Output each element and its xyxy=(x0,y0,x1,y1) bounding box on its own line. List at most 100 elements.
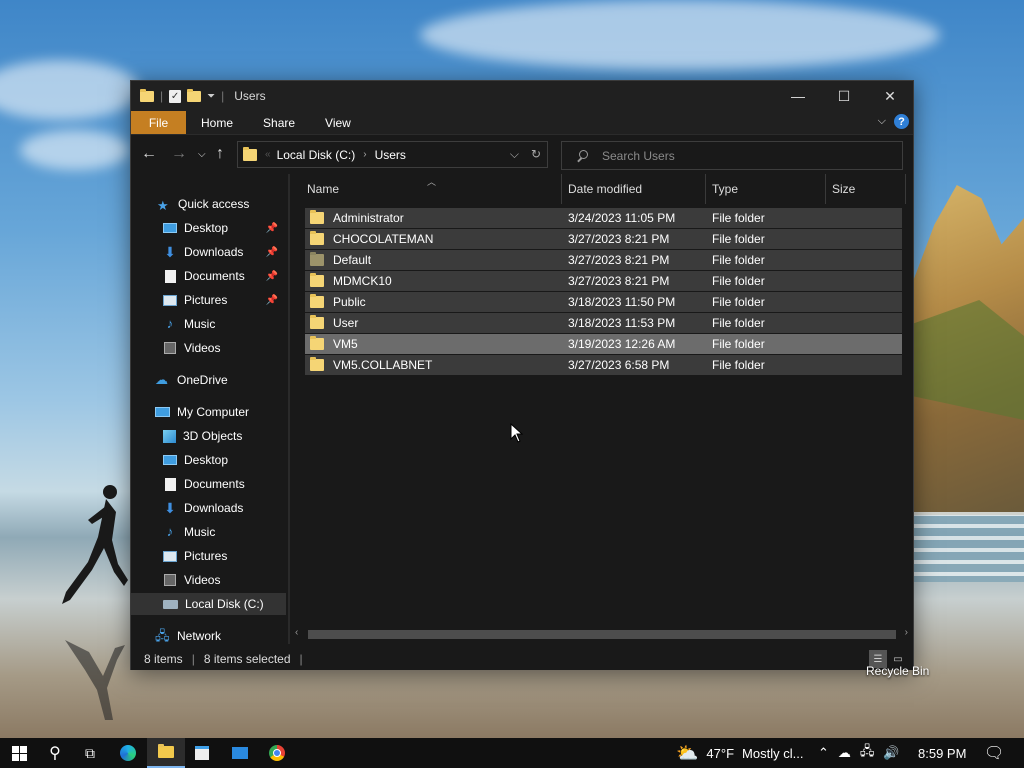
search-input[interactable] xyxy=(602,148,882,163)
table-row[interactable]: Administrator 3/24/2023 11:05 PM File fo… xyxy=(305,208,902,228)
pin-icon[interactable]: 📌 xyxy=(266,271,278,282)
title-bar[interactable]: | ✓ ⏷ | Users — ☐ ✕ xyxy=(131,81,913,111)
sidebar-item-pc-music[interactable]: ♪ Music xyxy=(131,521,286,543)
forward-arrow-icon[interactable]: → xyxy=(171,145,187,163)
address-bar[interactable]: « Local Disk (C:) › Users ⌵ ↻ xyxy=(237,141,548,168)
scroll-right-icon[interactable]: › xyxy=(905,627,908,638)
column-type[interactable]: Type xyxy=(706,174,826,204)
search-box[interactable] xyxy=(561,141,903,170)
breadcrumb-overflow-icon[interactable]: « xyxy=(265,149,271,160)
minimize-button[interactable]: — xyxy=(775,81,821,111)
file-explorer-taskbar-icon[interactable] xyxy=(147,738,185,768)
address-dropdown-icon[interactable]: ⌵ xyxy=(510,147,519,162)
store-icon[interactable] xyxy=(183,738,221,768)
sidebar-item-quick-access[interactable]: ★ Quick access xyxy=(131,193,286,215)
sidebar-item-pc-pictures[interactable]: Pictures xyxy=(131,545,286,567)
back-arrow-icon[interactable]: ← xyxy=(141,145,157,163)
download-arrow-icon: ⬇ xyxy=(164,500,176,516)
video-icon xyxy=(164,574,176,586)
properties-icon[interactable]: ✓ xyxy=(169,89,182,103)
column-date-modified[interactable]: Date modified xyxy=(562,174,706,204)
clock[interactable]: 8:59 PM xyxy=(918,738,966,768)
tab-file[interactable]: File xyxy=(131,111,186,134)
sidebar-item-my-computer[interactable]: My Computer xyxy=(131,401,286,423)
sidebar-item-documents[interactable]: Documents 📌 xyxy=(131,265,286,287)
volume-icon[interactable]: 🔊 xyxy=(883,745,899,761)
tab-share[interactable]: Share xyxy=(248,111,310,134)
sidebar-item-onedrive[interactable]: ☁ OneDrive xyxy=(131,369,286,391)
file-type: File folder xyxy=(712,274,765,288)
recent-locations-icon[interactable]: ⌵ xyxy=(198,149,206,160)
table-row[interactable]: Default 3/27/2023 8:21 PM File folder xyxy=(305,250,902,270)
sidebar-item-downloads[interactable]: ⬇ Downloads 📌 xyxy=(131,241,286,263)
pin-icon[interactable]: 📌 xyxy=(266,295,278,306)
new-folder-icon[interactable] xyxy=(187,88,202,102)
divider: | xyxy=(221,89,225,103)
breadcrumb-users[interactable]: Users xyxy=(375,148,406,162)
mail-icon[interactable] xyxy=(221,738,259,768)
column-name[interactable]: Name xyxy=(301,174,562,204)
status-bar: 8 items | 8 items selected | ☰ ▭ xyxy=(131,648,913,670)
edge-browser-icon[interactable] xyxy=(109,738,147,768)
table-row[interactable]: VM5.COLLABNET 3/27/2023 6:58 PM File fol… xyxy=(305,355,902,375)
file-date: 3/19/2023 12:26 AM xyxy=(568,337,676,351)
sidebar-item-pc-documents[interactable]: Documents xyxy=(131,473,286,495)
sidebar-item-videos[interactable]: Videos xyxy=(131,337,286,359)
folder-icon xyxy=(310,294,324,308)
table-row[interactable]: CHOCOLATEMAN 3/27/2023 8:21 PM File fold… xyxy=(305,229,902,249)
search-icon[interactable]: ⚲ xyxy=(36,738,74,768)
weather-widget[interactable]: ⛅ 47°F Mostly cl... xyxy=(676,738,803,768)
sidebar-item-label: Downloads xyxy=(184,245,244,259)
expand-ribbon-icon[interactable]: ⌵ xyxy=(878,115,886,128)
music-note-icon: ♪ xyxy=(166,524,174,539)
pin-icon[interactable]: 📌 xyxy=(266,223,278,234)
close-button[interactable]: ✕ xyxy=(867,81,913,111)
onedrive-cloud-icon[interactable]: ☁ xyxy=(838,745,851,761)
recycle-bin-label[interactable]: Recycle Bin xyxy=(866,664,929,678)
chrome-icon[interactable] xyxy=(258,738,296,768)
customize-toolbar-icon[interactable]: ⏷ xyxy=(207,91,215,102)
folder-icon xyxy=(310,357,324,371)
tab-view[interactable]: View xyxy=(310,111,366,134)
sidebar-item-music[interactable]: ♪ Music xyxy=(131,313,286,335)
up-arrow-icon[interactable]: ↑ xyxy=(216,145,224,163)
show-hidden-icons-chevron-icon[interactable]: ⌃ xyxy=(818,745,829,761)
breadcrumb-local-disk[interactable]: Local Disk (C:) xyxy=(277,148,356,162)
windows-logo-icon xyxy=(11,745,27,761)
sidebar-item-pc-videos[interactable]: Videos xyxy=(131,569,286,591)
table-row[interactable]: Public 3/18/2023 11:50 PM File folder xyxy=(305,292,902,312)
table-row[interactable]: MDMCK10 3/27/2023 8:21 PM File folder xyxy=(305,271,902,291)
sidebar-item-3d-objects[interactable]: 3D Objects xyxy=(131,425,286,447)
sidebar-item-local-disk[interactable]: Local Disk (C:) xyxy=(131,593,286,615)
horizontal-scrollbar[interactable]: ‹ › xyxy=(290,625,913,642)
file-name: Administrator xyxy=(333,211,404,225)
pin-icon[interactable]: 📌 xyxy=(266,247,278,258)
refresh-icon[interactable]: ↻ xyxy=(531,147,541,162)
start-button[interactable] xyxy=(0,738,38,768)
maximize-button[interactable]: ☐ xyxy=(821,81,867,111)
notification-icon[interactable]: 🗨 xyxy=(984,738,1004,768)
table-row[interactable]: VM5 3/19/2023 12:26 AM File folder xyxy=(305,334,902,354)
sidebar-item-pc-desktop[interactable]: Desktop xyxy=(131,449,286,471)
column-size[interactable]: Size xyxy=(826,174,906,204)
network-icon[interactable]: 🖧 xyxy=(860,742,875,764)
file-date: 3/27/2023 8:21 PM xyxy=(568,253,670,267)
sidebar-item-pictures[interactable]: Pictures 📌 xyxy=(131,289,286,311)
scroll-left-icon[interactable]: ‹ xyxy=(295,627,298,638)
file-type: File folder xyxy=(712,253,765,267)
cloud xyxy=(0,60,140,120)
scrollbar-thumb[interactable] xyxy=(308,630,896,639)
sidebar-item-network[interactable]: 🖧 Network xyxy=(131,625,286,647)
file-name: User xyxy=(333,316,359,330)
chevron-right-icon[interactable]: › xyxy=(363,149,366,160)
help-icon[interactable]: ? xyxy=(894,114,909,129)
sidebar-item-label: Pictures xyxy=(184,549,228,563)
tab-home[interactable]: Home xyxy=(186,111,248,134)
sea-waves xyxy=(912,512,1024,582)
weather-description: Mostly cl... xyxy=(742,745,804,761)
table-row[interactable]: User 3/18/2023 11:53 PM File folder xyxy=(305,313,902,333)
sidebar-item-desktop[interactable]: Desktop 📌 xyxy=(131,217,286,239)
divider: | xyxy=(191,652,195,666)
sidebar-item-pc-downloads[interactable]: ⬇ Downloads xyxy=(131,497,286,519)
task-view-icon[interactable]: ⧉ xyxy=(71,738,109,768)
